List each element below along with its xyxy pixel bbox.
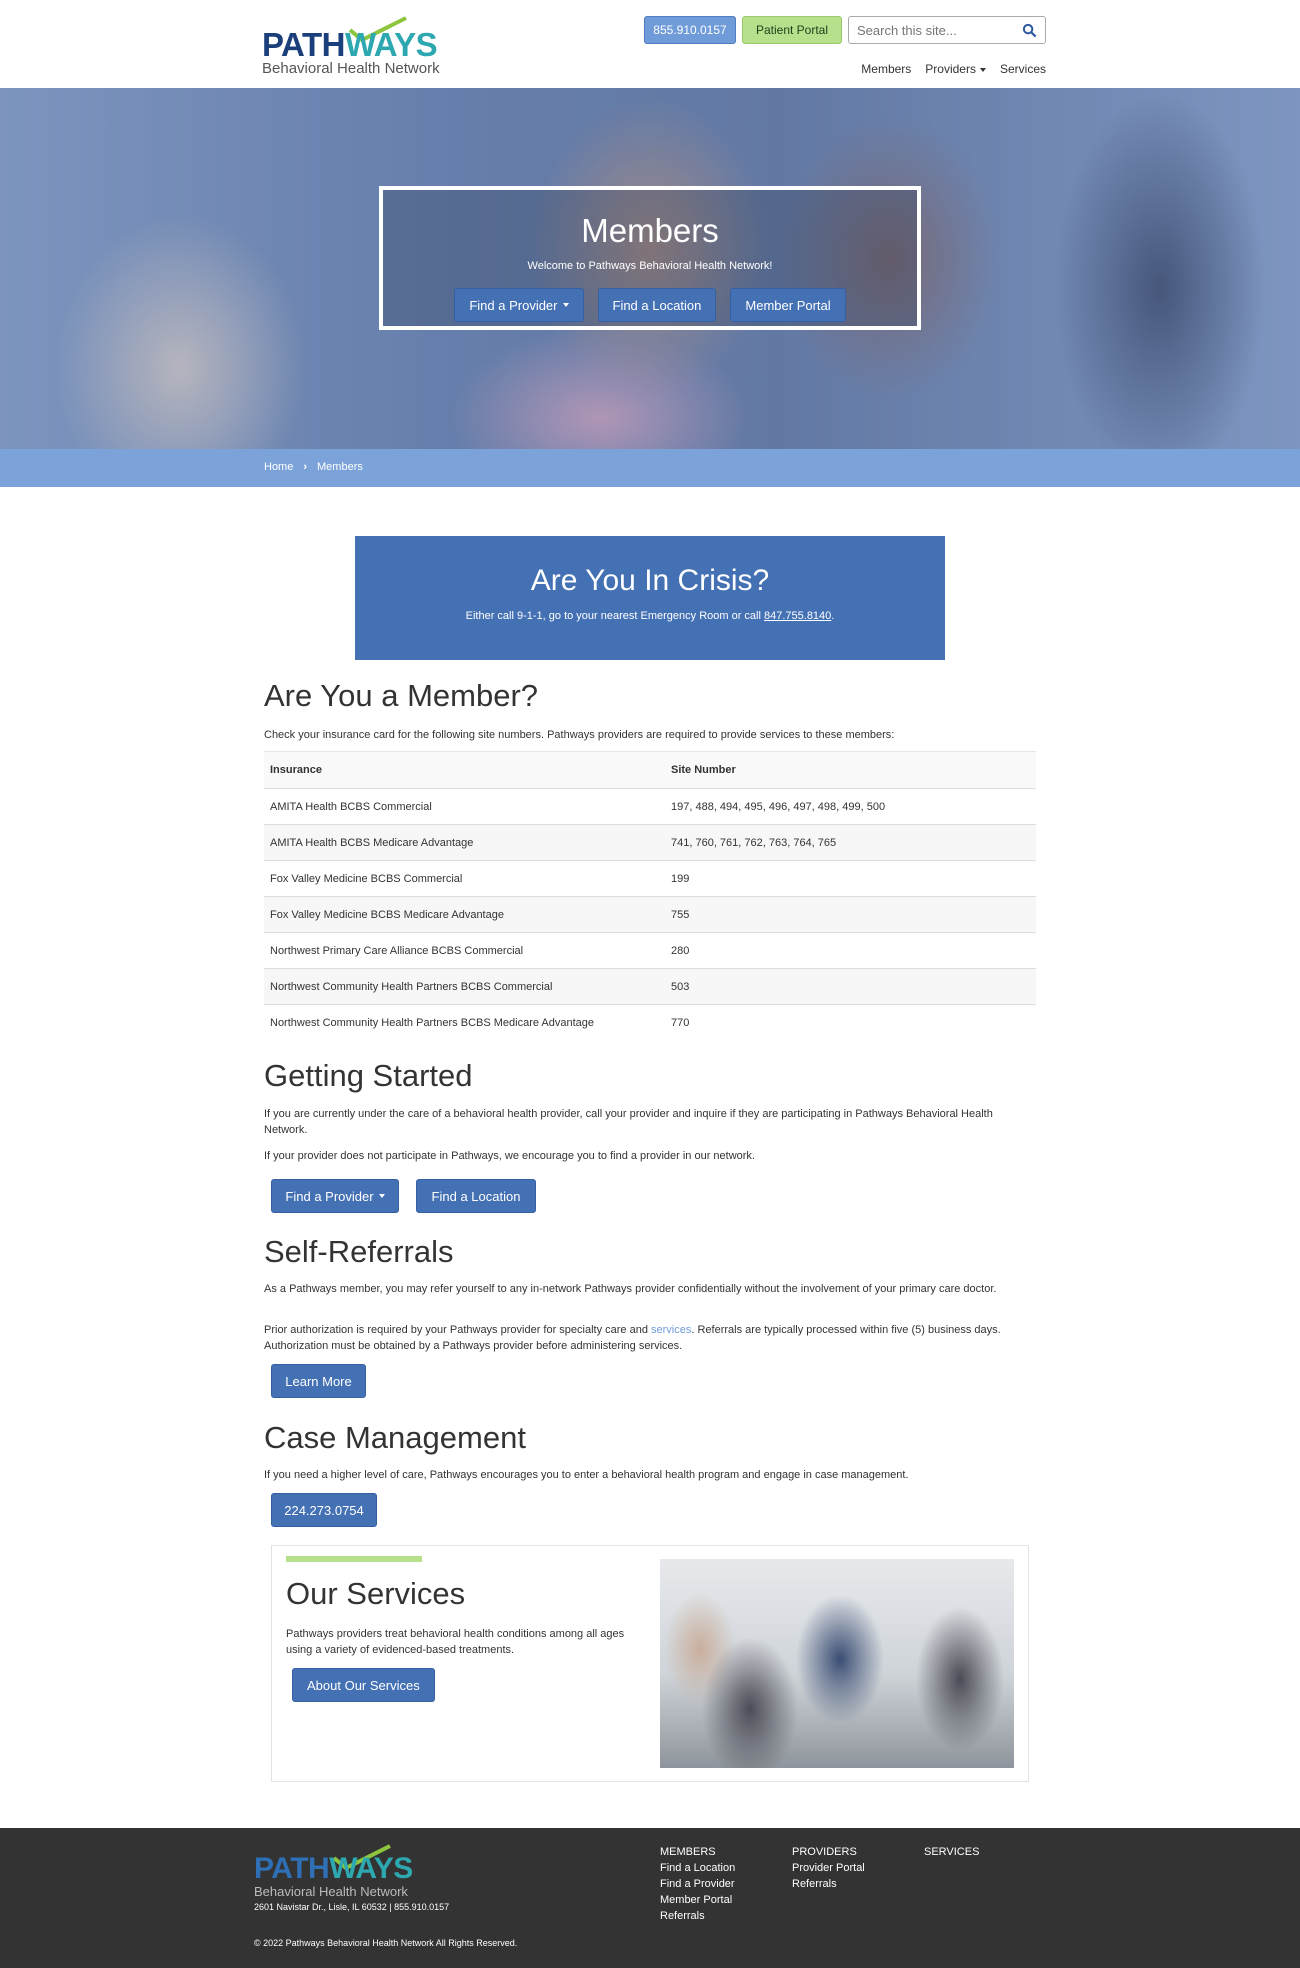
footer-link[interactable]: Find a Provider — [660, 1876, 735, 1892]
getting-started-text-2: If your provider does not participate in… — [264, 1150, 755, 1162]
group-therapy-image — [660, 1559, 1014, 1768]
footer-heading[interactable]: MEMBERS — [660, 1844, 735, 1860]
table-row: Northwest Community Health Partners BCBS… — [264, 968, 1036, 1004]
search-icon[interactable] — [1022, 23, 1037, 38]
table-header-row: Insurance Site Number — [264, 751, 1036, 788]
footer-col-members: MEMBERS Find a Location Find a Provider … — [660, 1844, 735, 1924]
logo-tagline: Behavioral Health Network — [254, 1884, 408, 1899]
footer-link[interactable]: Find a Location — [660, 1860, 735, 1876]
logo-wordmark: PATHWAYS — [262, 26, 438, 63]
member-section-title: Are You a Member? — [264, 678, 539, 713]
getting-started-title: Getting Started — [264, 1058, 473, 1093]
footer-link[interactable]: Provider Portal — [792, 1860, 865, 1876]
case-management-title: Case Management — [264, 1420, 526, 1455]
self-referrals-text-2: Prior authorization is required by your … — [264, 1324, 1001, 1352]
footer-address: 2601 Navistar Dr., Lisle, IL 60532 | 855… — [254, 1902, 450, 1912]
find-location-button[interactable]: Find a Location — [597, 288, 717, 322]
site-header: PATHWAYS Behavioral Health Network 855.9… — [0, 0, 1300, 88]
hero-box: Members Welcome to Pathways Behavioral H… — [379, 186, 921, 330]
page-title: Members — [581, 212, 719, 249]
table-header: Site Number — [671, 764, 736, 776]
crisis-banner: Are You In Crisis? Either call 9-1-1, go… — [355, 536, 945, 660]
chevron-down-icon — [378, 1194, 385, 1198]
nav-providers[interactable]: Providers — [925, 62, 986, 76]
chevron-right-icon: › — [303, 461, 308, 473]
table-header: Insurance — [270, 764, 322, 776]
logo-tagline: Behavioral Health Network — [262, 60, 440, 77]
services-title: Our Services — [286, 1576, 466, 1611]
pathways-logo[interactable]: PATHWAYS Behavioral Health Network — [262, 14, 452, 78]
services-text: Pathways providers treat behavioral heal… — [286, 1628, 625, 1656]
footer-copyright: © 2022 Pathways Behavioral Health Networ… — [254, 1938, 518, 1948]
hero-banner: Members Welcome to Pathways Behavioral H… — [0, 88, 1300, 449]
breadcrumb-bar: Home › Members — [0, 449, 1300, 487]
breadcrumb-home[interactable]: Home — [264, 461, 293, 473]
search-input[interactable] — [849, 17, 1009, 43]
footer-col-services: SERVICES — [924, 1844, 979, 1860]
hero-buttons: Find a Provider Find a Location Member P… — [383, 288, 917, 322]
site-footer: PATHWAYS Behavioral Health Network 2601 … — [0, 1828, 1300, 1968]
member-portal-button[interactable]: Member Portal — [730, 288, 846, 322]
self-referrals-title: Self-Referrals — [264, 1234, 454, 1269]
chevron-down-icon — [562, 303, 569, 307]
site-search — [848, 16, 1046, 44]
find-location-button[interactable]: Find a Location — [416, 1179, 536, 1213]
crisis-phone-link[interactable]: 847.755.8140 — [764, 610, 831, 622]
crisis-title: Are You In Crisis? — [530, 564, 770, 597]
self-referrals-text-1: As a Pathways member, you may refer your… — [264, 1283, 997, 1295]
about-services-button[interactable]: About Our Services — [292, 1668, 435, 1702]
services-link[interactable]: services — [651, 1324, 691, 1336]
table-row: AMITA Health BCBS Commercial 197, 488, 49… — [264, 788, 1036, 824]
footer-heading[interactable]: PROVIDERS — [792, 1844, 865, 1860]
getting-started-text-1: If you are currently under the care of a… — [264, 1108, 993, 1136]
find-provider-button[interactable]: Find a Provider — [454, 288, 584, 322]
main-nav: Members Providers Services — [861, 62, 1046, 76]
accent-bar — [286, 1556, 422, 1562]
footer-link[interactable]: Referrals — [792, 1876, 865, 1892]
phone-button[interactable]: 855.910.0157 — [644, 16, 736, 44]
hero-subtitle: Welcome to Pathways Behavioral Health Ne… — [527, 260, 773, 272]
footer-logo[interactable]: PATHWAYS Behavioral Health Network — [254, 1844, 434, 1899]
footer-col-providers: PROVIDERS Provider Portal Referrals — [792, 1844, 865, 1892]
nav-members[interactable]: Members — [861, 62, 911, 76]
footer-heading[interactable]: SERVICES — [924, 1844, 979, 1860]
table-row: Northwest Primary Care Alliance BCBS Com… — [264, 932, 1036, 968]
table-row: AMITA Health BCBS Medicare Advantage 741,… — [264, 824, 1036, 860]
case-management-text: If you need a higher level of care, Path… — [264, 1469, 909, 1481]
learn-more-button[interactable]: Learn More — [271, 1364, 366, 1398]
table-row: Fox Valley Medicine BCBS Commercial 199 — [264, 860, 1036, 896]
footer-link[interactable]: Referrals — [660, 1908, 735, 1924]
patient-portal-button[interactable]: Patient Portal — [742, 16, 842, 44]
nav-services[interactable]: Services — [1000, 62, 1046, 76]
table-row: Northwest Community Health Partners BCBS… — [264, 1004, 1036, 1040]
site-number-table: Insurance Site Number AMITA Health BCBS … — [264, 751, 1036, 1040]
chevron-down-icon — [979, 67, 986, 72]
case-management-phone-button[interactable]: 224.273.0754 — [271, 1493, 377, 1527]
services-card: Our Services Pathways providers treat be… — [271, 1545, 1029, 1782]
table-row: Fox Valley Medicine BCBS Medicare Advant… — [264, 896, 1036, 932]
member-intro: Check your insurance card for the follow… — [264, 729, 895, 741]
logo-wordmark: PATHWAYS — [254, 1852, 413, 1885]
footer-link[interactable]: Member Portal — [660, 1892, 735, 1908]
breadcrumb-current: Members — [317, 461, 363, 473]
crisis-text: Either call 9-1-1, go to your nearest Em… — [465, 610, 835, 622]
find-provider-button[interactable]: Find a Provider — [271, 1179, 399, 1213]
breadcrumb: Home › Members — [264, 461, 363, 473]
